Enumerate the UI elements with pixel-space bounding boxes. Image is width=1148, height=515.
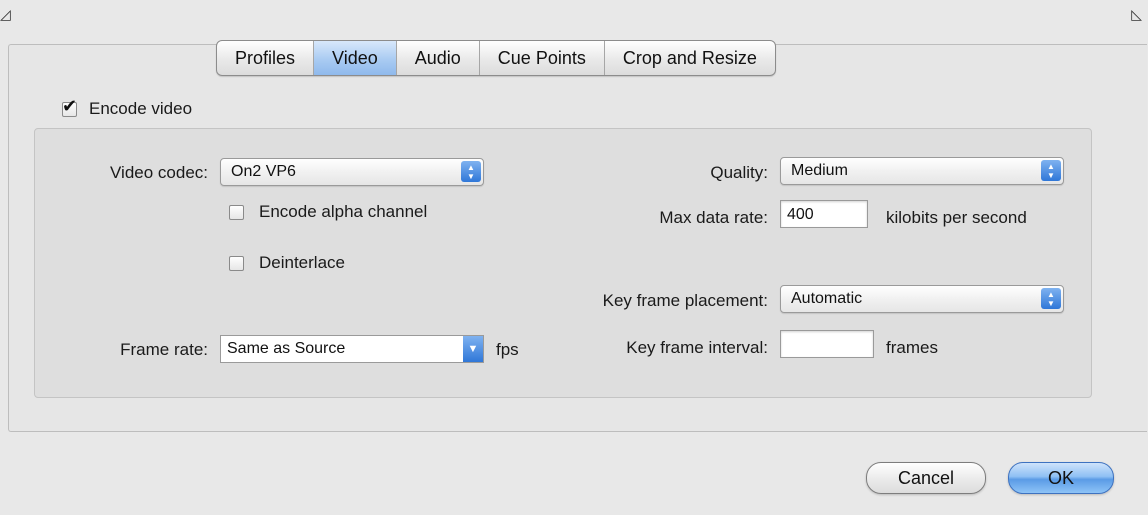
cancel-button[interactable]: Cancel bbox=[866, 462, 986, 494]
key-frame-placement-value: Automatic bbox=[791, 290, 863, 307]
tab-bar: Profiles Video Audio Cue Points Crop and… bbox=[216, 40, 776, 76]
video-codec-popup[interactable]: On2 VP6 ▲ ▼ bbox=[220, 158, 484, 186]
encode-video-checkbox[interactable]: ✔ bbox=[62, 96, 77, 117]
tab-audio[interactable]: Audio bbox=[397, 41, 480, 75]
ok-button[interactable]: OK bbox=[1008, 462, 1114, 494]
tab-cue-points[interactable]: Cue Points bbox=[480, 41, 605, 75]
checkmark-icon: ✔ bbox=[62, 96, 78, 116]
tab-video[interactable]: Video bbox=[314, 41, 397, 75]
encode-video-label: Encode video bbox=[89, 99, 193, 118]
resize-corner-left-icon: ◿ bbox=[0, 6, 11, 22]
deinterlace-checkbox[interactable] bbox=[229, 256, 244, 271]
encode-alpha-checkbox[interactable] bbox=[229, 205, 244, 220]
quality-value: Medium bbox=[791, 162, 848, 179]
popup-stepper-icon: ▲ ▼ bbox=[461, 161, 481, 182]
key-frame-interval-unit: frames bbox=[886, 338, 938, 357]
frame-rate-label: Frame rate: bbox=[120, 340, 208, 359]
tab-crop-and-resize[interactable]: Crop and Resize bbox=[605, 41, 775, 75]
frame-rate-unit: fps bbox=[496, 340, 519, 359]
max-data-rate-label: Max data rate: bbox=[659, 208, 768, 227]
popup-stepper-icon: ▲ ▼ bbox=[1041, 160, 1061, 181]
chevron-down-icon[interactable]: ▼ bbox=[463, 336, 483, 362]
tab-profiles[interactable]: Profiles bbox=[217, 41, 315, 75]
frame-rate-combo[interactable]: Same as Source ▼ bbox=[220, 335, 484, 363]
popup-stepper-icon: ▲ ▼ bbox=[1041, 288, 1061, 309]
video-codec-label: Video codec: bbox=[110, 163, 208, 182]
quality-label: Quality: bbox=[710, 163, 768, 182]
max-data-rate-field[interactable]: 400 bbox=[780, 200, 868, 228]
deinterlace-label: Deinterlace bbox=[259, 253, 345, 272]
frame-rate-value: Same as Source bbox=[227, 340, 346, 357]
encode-alpha-label: Encode alpha channel bbox=[259, 202, 428, 221]
key-frame-interval-field[interactable] bbox=[780, 330, 874, 358]
key-frame-interval-label: Key frame interval: bbox=[626, 338, 768, 357]
resize-corner-right-icon: ◺ bbox=[1131, 6, 1142, 22]
video-codec-value: On2 VP6 bbox=[231, 163, 296, 180]
quality-popup[interactable]: Medium ▲ ▼ bbox=[780, 157, 1064, 185]
max-data-rate-unit: kilobits per second bbox=[886, 208, 1027, 227]
key-frame-placement-popup[interactable]: Automatic ▲ ▼ bbox=[780, 285, 1064, 313]
key-frame-placement-label: Key frame placement: bbox=[602, 291, 768, 310]
